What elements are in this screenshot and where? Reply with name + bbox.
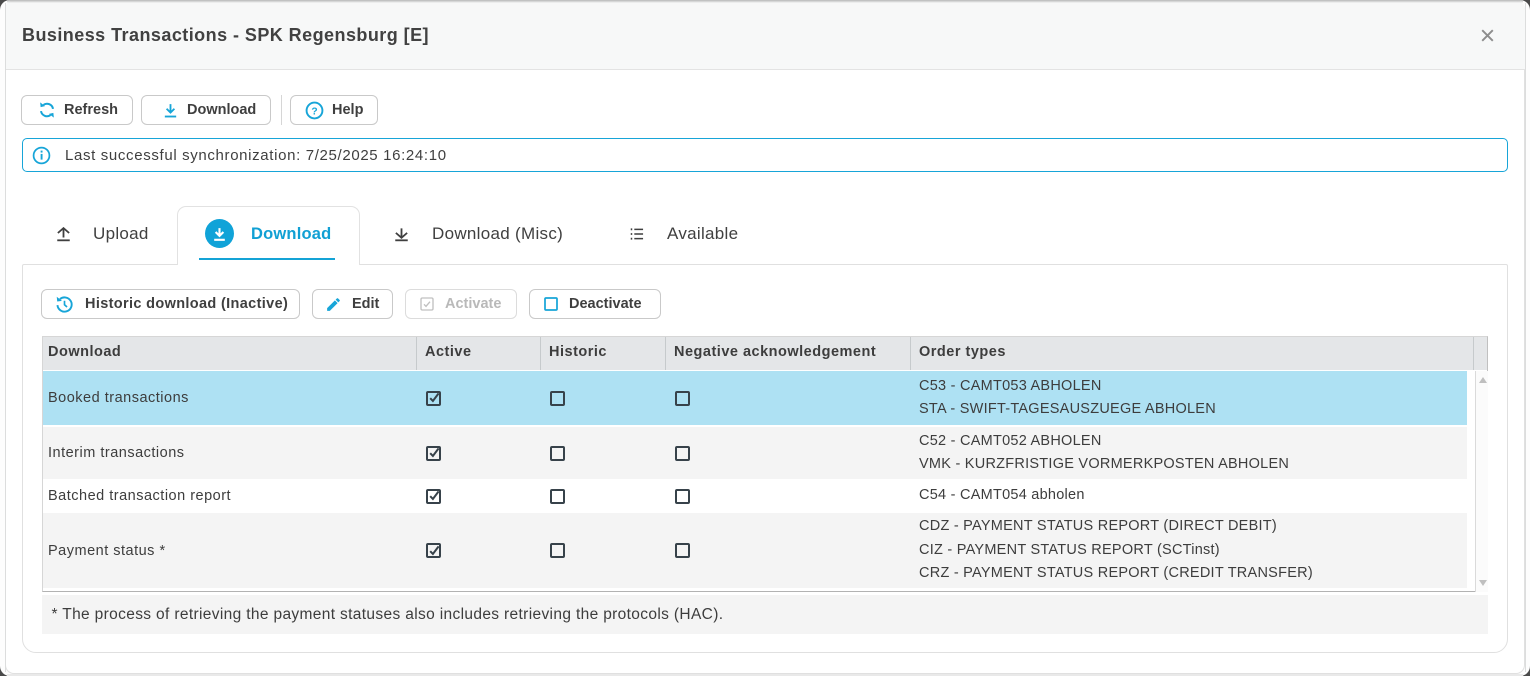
svg-text:?: ? bbox=[311, 106, 317, 117]
